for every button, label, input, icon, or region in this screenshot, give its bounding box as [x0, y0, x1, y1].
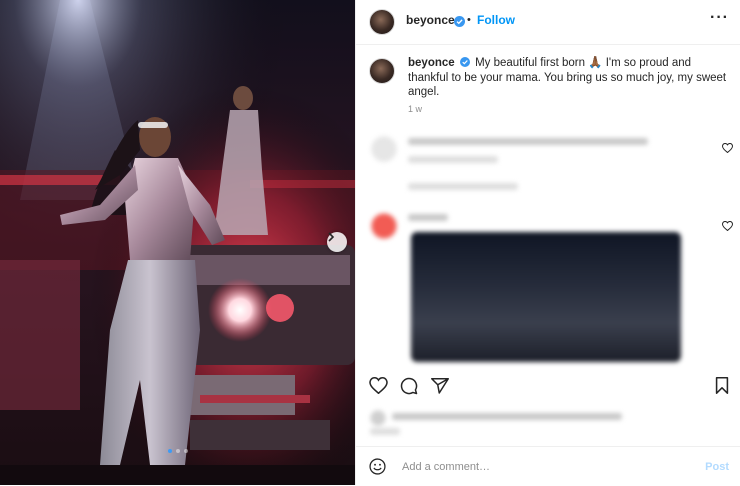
comment-like-heart-icon[interactable]	[721, 218, 734, 236]
comment-icon[interactable]	[400, 377, 418, 400]
post-caption: beyonce My beautiful first born 🙏🏾 I'm s…	[408, 56, 733, 99]
post-side-panel: beyonce • Follow ··· beyonce My beautifu…	[355, 0, 740, 485]
comment-like-heart-icon[interactable]	[721, 140, 734, 158]
post-photo	[0, 0, 355, 485]
slide-dot	[167, 449, 172, 453]
comment-username-blurred	[408, 214, 448, 221]
caption-text: My beautiful first born 🙏🏾 I'm so proud …	[408, 57, 727, 98]
emoji-icon[interactable]	[369, 458, 386, 480]
more-options-icon[interactable]: ···	[710, 9, 729, 27]
send-icon[interactable]	[431, 377, 449, 399]
comment-text-blurred	[408, 138, 648, 145]
username-link[interactable]: beyonce	[406, 13, 455, 27]
bookmark-icon[interactable]	[715, 377, 729, 399]
caption-avatar[interactable]	[369, 58, 395, 84]
follow-button[interactable]: Follow	[477, 13, 515, 27]
caption-username[interactable]: beyonce	[408, 57, 455, 69]
action-bar	[356, 370, 740, 404]
post-media[interactable]	[0, 0, 355, 485]
post-header: beyonce • Follow ···	[356, 0, 740, 45]
slide-dot	[183, 449, 188, 453]
post-comment-button[interactable]: Post	[705, 461, 729, 473]
commenter-avatar	[371, 213, 397, 239]
add-comment-bar: Post	[356, 446, 740, 486]
caption-verified-icon	[459, 57, 470, 71]
comment-meta-blurred	[408, 156, 498, 163]
avatar[interactable]	[369, 9, 395, 35]
separator-dot: •	[467, 14, 471, 26]
slide-indicator	[0, 449, 355, 453]
heart-icon[interactable]	[369, 376, 388, 399]
post-age: 1 w	[408, 104, 423, 114]
verified-badge-icon	[454, 14, 465, 32]
view-replies-blurred	[408, 183, 518, 190]
slide-dot	[175, 449, 180, 453]
comment-input[interactable]	[400, 457, 684, 477]
comment-image-blurred	[411, 232, 681, 362]
next-slide-button[interactable]	[327, 232, 347, 252]
commenter-avatar	[371, 136, 397, 162]
